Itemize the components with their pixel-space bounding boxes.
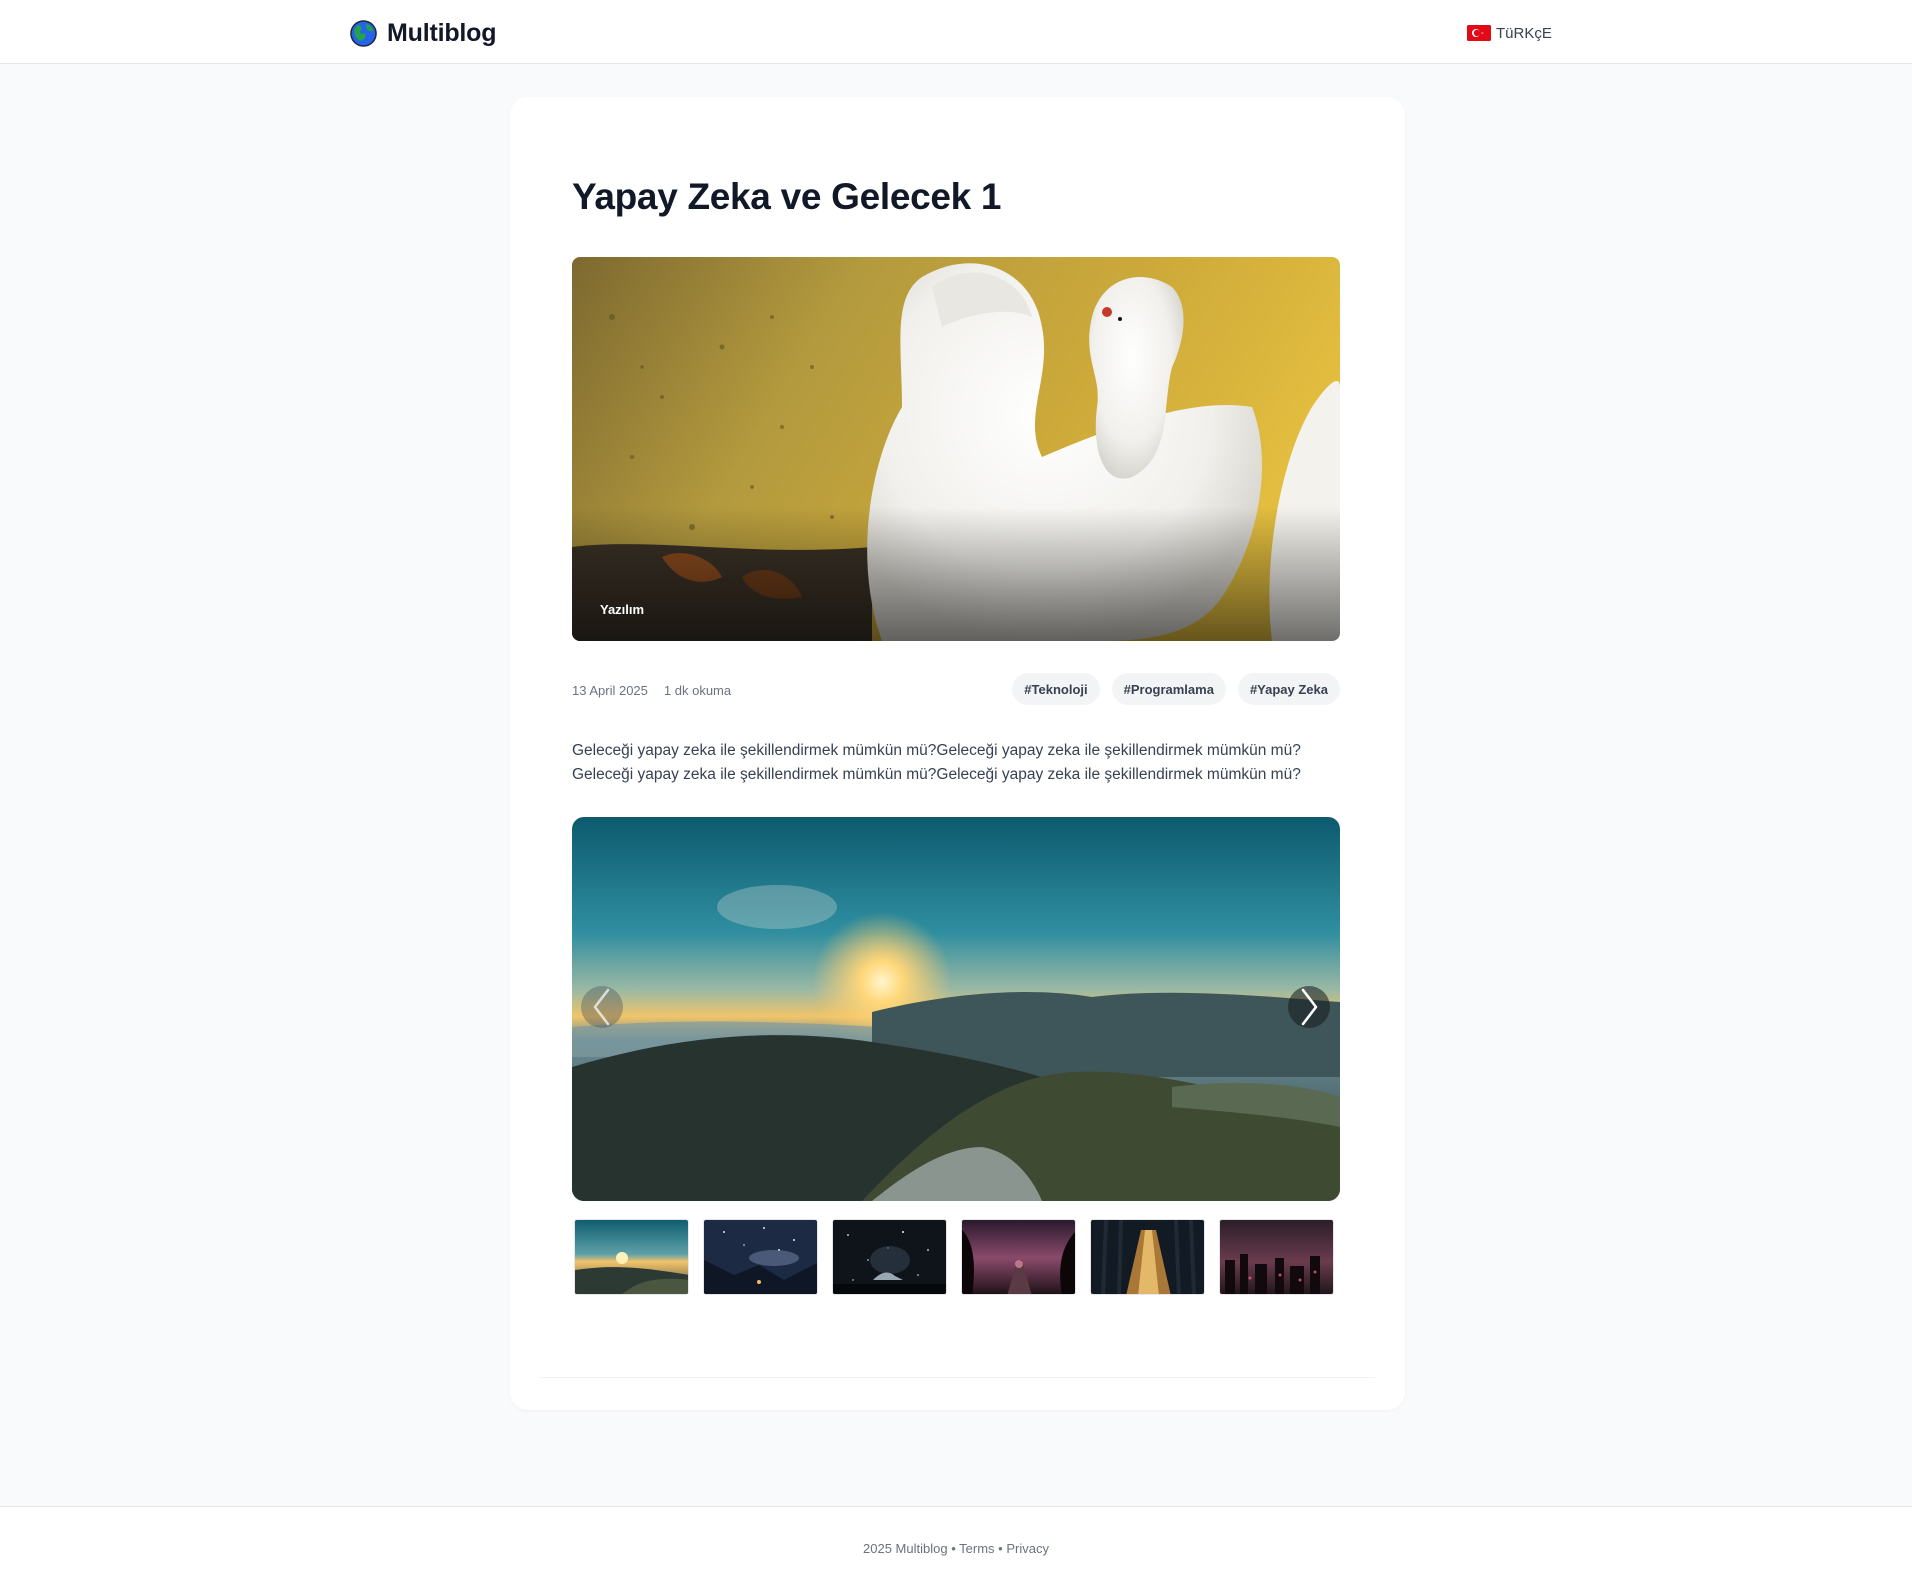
tag-chip[interactable]: #Yapay Zeka [1237, 673, 1340, 705]
gallery-thumbnail[interactable] [1219, 1219, 1334, 1295]
chevron-left-icon [593, 988, 610, 1026]
category-badge: Yazılım [600, 602, 645, 617]
tag-list: #Teknoloji #Programlama #Yapay Zeka [1012, 673, 1340, 705]
footer-separator: • [998, 1541, 1003, 1556]
site-footer: 2025 Multiblog • Terms • Privacy [0, 1506, 1912, 1590]
gallery-thumbnail[interactable] [961, 1219, 1076, 1295]
tag-chip[interactable]: #Programlama [1111, 673, 1226, 705]
body-line: Geleceği yapay zeka ile şekillendirmek m… [572, 742, 1301, 759]
language-selector[interactable]: TüRKçE [1467, 22, 1552, 44]
language-label: TüRKçE [1496, 24, 1552, 42]
gallery-thumbnails [574, 1219, 1338, 1295]
chevron-right-icon [1301, 988, 1318, 1026]
footer-terms-link[interactable]: Terms [959, 1541, 994, 1556]
gallery-thumbnail[interactable] [1090, 1219, 1205, 1295]
card-divider [540, 1377, 1375, 1378]
gallery-thumbnail[interactable] [832, 1219, 947, 1295]
footer-separator: • [951, 1541, 956, 1556]
footer-privacy-link[interactable]: Privacy [1006, 1541, 1049, 1556]
hero-image: Yazılım [572, 257, 1340, 641]
site-header: Multiblog TüRKçE [0, 0, 1912, 64]
gallery-thumbnail[interactable] [574, 1219, 689, 1295]
publish-date: 13 April 2025 [572, 682, 648, 698]
read-time: 1 dk okuma [663, 682, 732, 698]
article-title: Yapay Zeka ve Gelecek 1 [572, 176, 1002, 217]
brand-name: Multiblog [387, 18, 497, 47]
article-meta: 13 April 2025 1 dk okuma [572, 680, 731, 700]
tag-chip[interactable]: #Teknoloji [1012, 673, 1100, 705]
footer-copyright: 2025 Multiblog [863, 1541, 948, 1556]
turkey-flag-icon [1467, 25, 1491, 41]
gallery-main-image [572, 817, 1340, 1201]
brand-link[interactable]: Multiblog [350, 18, 496, 48]
gallery-prev-button[interactable] [581, 986, 623, 1028]
body-line: Geleceği yapay zeka ile şekillendirmek m… [572, 766, 1301, 783]
gallery-thumbnail[interactable] [703, 1219, 818, 1295]
globe-icon [350, 19, 377, 47]
article-body: Geleceği yapay zeka ile şekillendirmek m… [572, 739, 1340, 787]
footer-text: 2025 Multiblog • Terms • Privacy [0, 1541, 1912, 1556]
gallery-next-button[interactable] [1288, 986, 1330, 1028]
